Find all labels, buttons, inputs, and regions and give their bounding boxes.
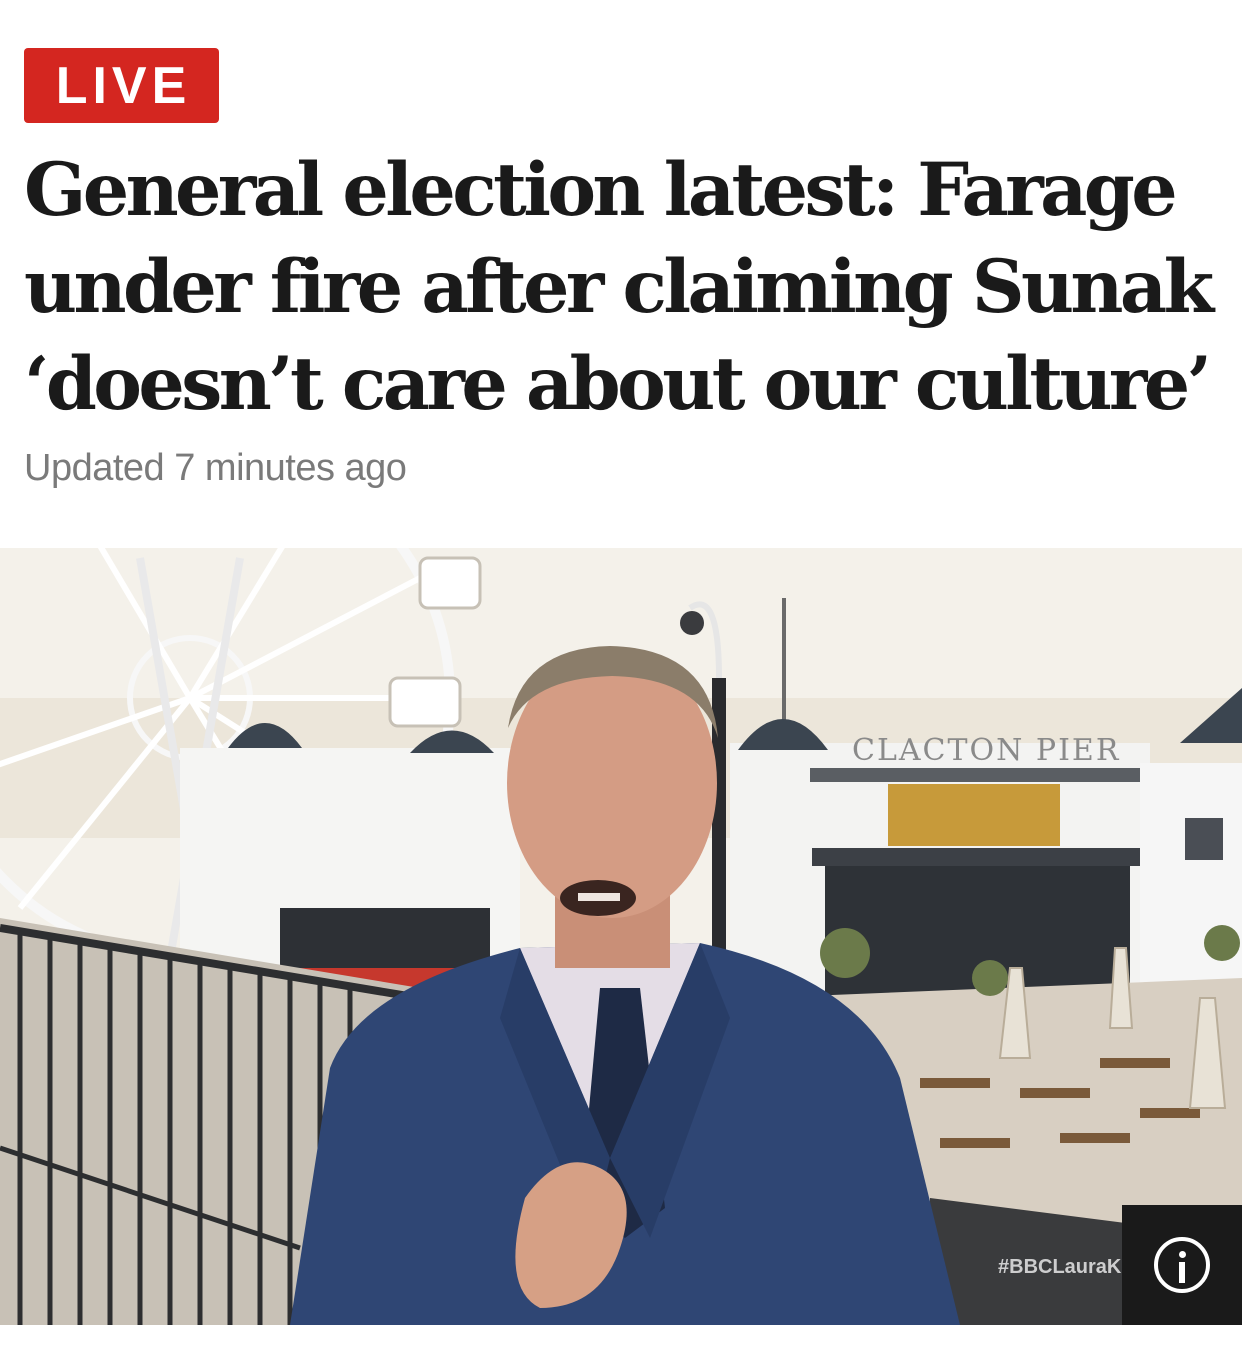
live-badge: LIVE: [24, 48, 219, 123]
updated-timestamp: Updated 7 minutes ago: [24, 447, 407, 489]
article-headline[interactable]: General election latest: Farage under fi…: [24, 142, 1224, 433]
pier-sign: CLACTON PIER: [852, 733, 1120, 768]
hero-image[interactable]: CLACTON PIER: [0, 548, 1242, 1325]
info-button[interactable]: [1122, 1205, 1242, 1325]
watermark-text: #BBCLauraK: [998, 1256, 1122, 1278]
info-icon: [1154, 1237, 1210, 1293]
